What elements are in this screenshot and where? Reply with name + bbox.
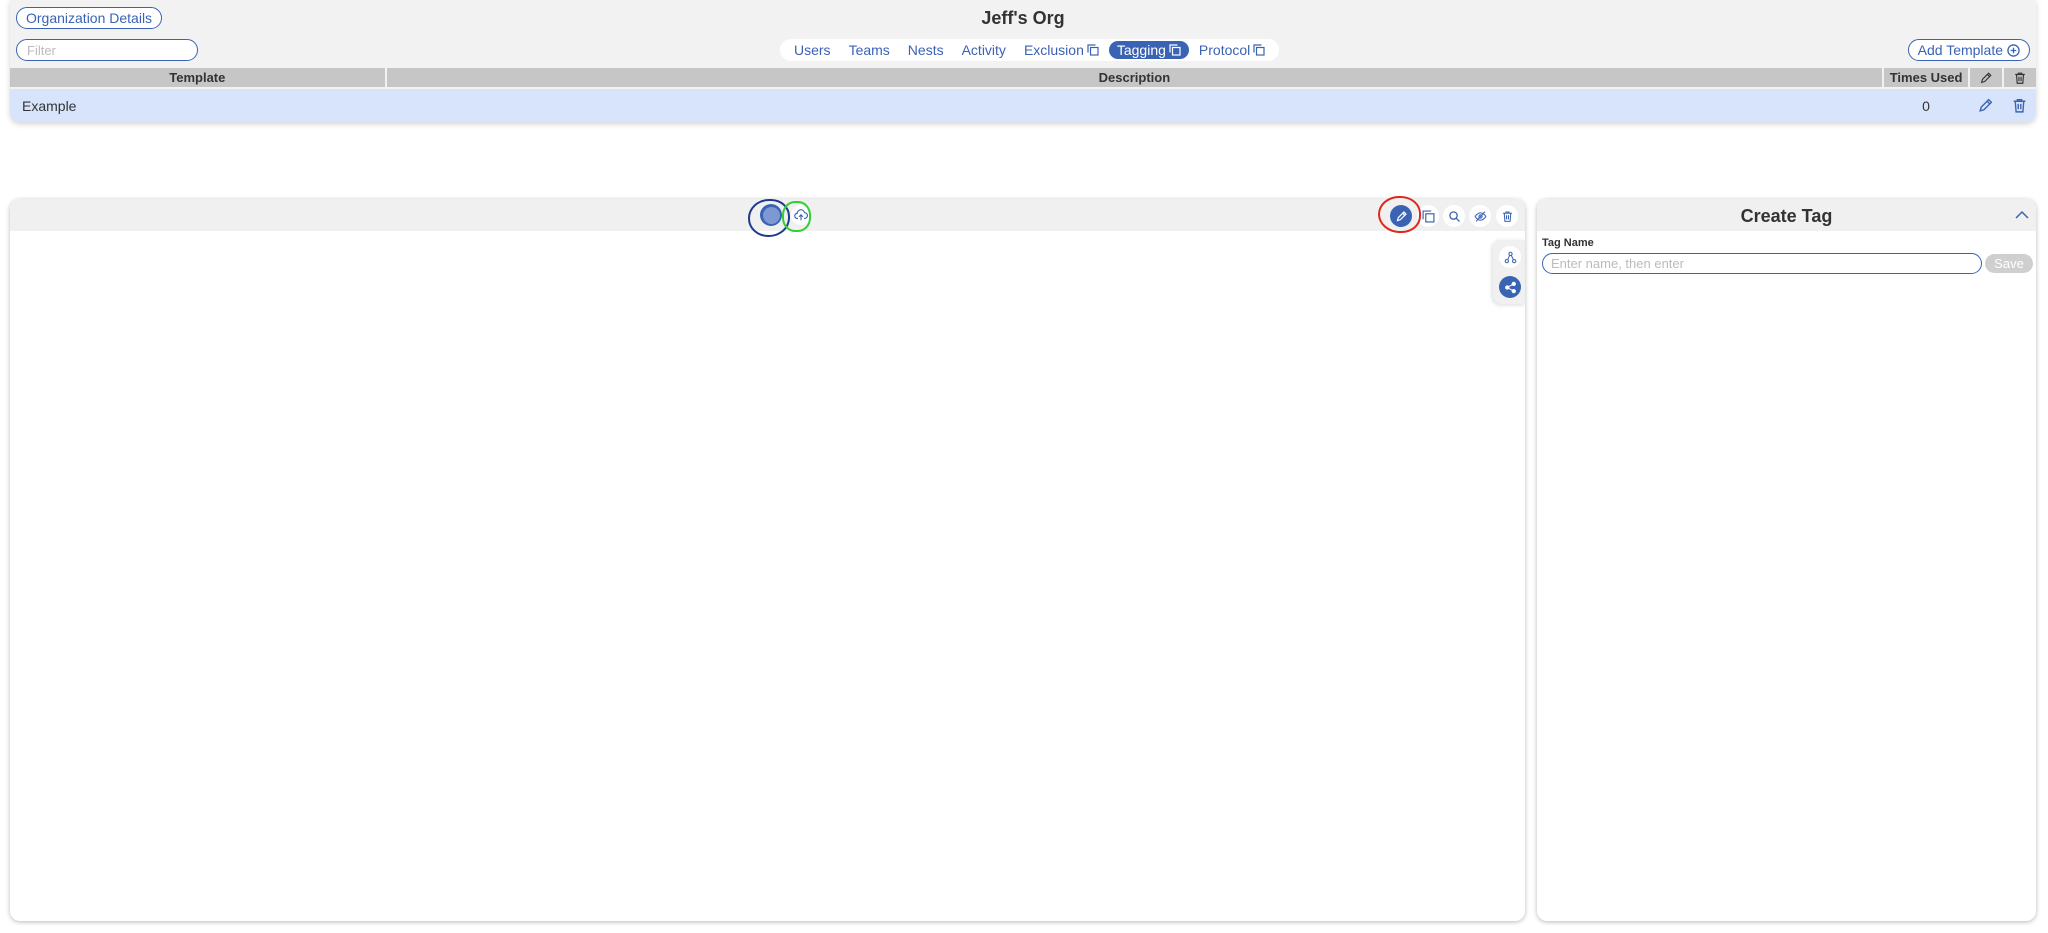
- tab-protocol[interactable]: Protocol: [1191, 41, 1273, 59]
- tag-name-input[interactable]: [1542, 253, 1982, 274]
- graph-toolbar: [10, 199, 1525, 231]
- org-title: Jeff's Org: [981, 8, 1065, 28]
- node-button[interactable]: [760, 204, 782, 226]
- create-tag-panel: Create Tag Tag Name Save: [1537, 199, 2036, 921]
- template-cell: Example: [22, 97, 77, 114]
- table-header: Template Description Times Used: [10, 68, 2036, 87]
- column-header-edit: [1970, 68, 2003, 87]
- nav-tabs: Users Teams Nests Activity Exclusion Tag…: [780, 39, 1280, 61]
- trash-icon: [2013, 71, 2027, 85]
- tab-tagging[interactable]: Tagging: [1108, 41, 1189, 59]
- hierarchy-icon: [1504, 251, 1517, 264]
- tab-activity[interactable]: Activity: [954, 41, 1014, 59]
- hide-button[interactable]: [1469, 205, 1491, 227]
- create-tag-header: Create Tag: [1537, 199, 2036, 231]
- filter-input[interactable]: [16, 39, 198, 61]
- add-template-button[interactable]: Add Template: [1907, 39, 2030, 61]
- save-button[interactable]: Save: [1985, 254, 2033, 273]
- tab-label: Teams: [848, 42, 890, 58]
- table-row[interactable]: Example 0: [10, 89, 2036, 122]
- trash-icon: [1501, 210, 1514, 223]
- column-header-description[interactable]: Description: [386, 68, 1883, 87]
- edit-mode-button[interactable]: [1390, 205, 1412, 227]
- tag-name-label: Tag Name: [1542, 237, 1594, 249]
- collapse-button[interactable]: [2014, 207, 2030, 223]
- pencil-icon: [1979, 71, 1993, 85]
- copy-icon: [1087, 44, 1099, 56]
- edit-template-button[interactable]: [1968, 97, 2002, 114]
- delete-button[interactable]: [1496, 205, 1518, 227]
- tab-users[interactable]: Users: [786, 41, 839, 59]
- copy-icon: [1169, 44, 1181, 56]
- tab-nests[interactable]: Nests: [900, 41, 952, 59]
- add-template-label: Add Template: [1917, 41, 2003, 58]
- eye-slash-icon: [1474, 210, 1487, 223]
- hierarchy-layout-button[interactable]: [1499, 246, 1521, 268]
- tab-label: Activity: [961, 42, 1006, 58]
- pencil-icon: [1977, 97, 1994, 114]
- search-icon: [1448, 210, 1461, 223]
- plus-circle-icon: [2007, 43, 2020, 57]
- times-used-cell: 0: [1922, 97, 1930, 114]
- upload-button[interactable]: [791, 205, 811, 225]
- tab-label: Users: [794, 42, 831, 58]
- tab-label: Nests: [907, 42, 944, 58]
- template-card: Organization Details Jeff's Org Users Te…: [10, 0, 2036, 122]
- network-icon: [1504, 281, 1517, 294]
- search-button[interactable]: [1443, 205, 1465, 227]
- node-icon: [762, 206, 780, 224]
- tab-teams[interactable]: Teams: [841, 41, 898, 59]
- cloud-upload-icon: [794, 208, 808, 222]
- copy-icon: [1421, 209, 1435, 223]
- column-header-times-used[interactable]: Times Used: [1884, 68, 1969, 87]
- create-tag-title: Create Tag: [1740, 206, 1833, 226]
- tab-label: Exclusion: [1023, 42, 1084, 58]
- copy-icon: [1253, 44, 1265, 56]
- tab-exclusion[interactable]: Exclusion: [1016, 41, 1107, 59]
- network-layout-button[interactable]: [1499, 276, 1521, 298]
- duplicate-button[interactable]: [1417, 205, 1439, 227]
- tag-graph-panel: [10, 199, 1525, 921]
- chevron-up-icon: [2014, 207, 2030, 223]
- tab-label: Protocol: [1198, 42, 1251, 58]
- delete-template-button[interactable]: [2002, 97, 2036, 114]
- layout-tools: [1493, 240, 1525, 304]
- tab-label: Tagging: [1116, 42, 1166, 58]
- pencil-icon: [1395, 210, 1408, 223]
- trash-icon: [2011, 97, 2028, 114]
- column-header-delete: [2004, 68, 2036, 87]
- column-header-template[interactable]: Template: [10, 68, 385, 87]
